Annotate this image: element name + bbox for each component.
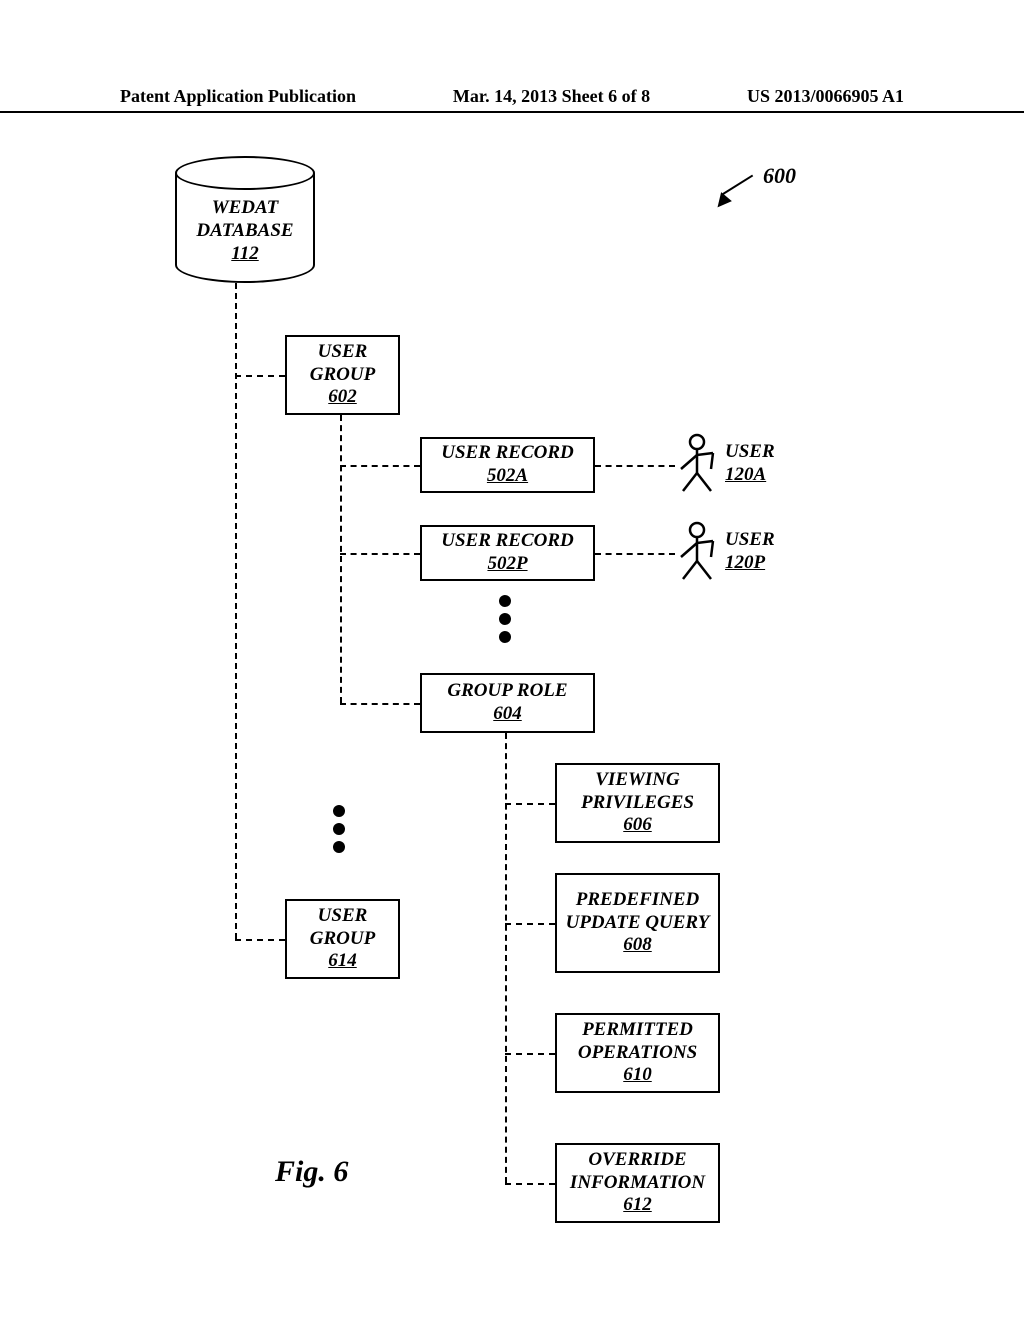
header-left: Patent Application Publication — [120, 86, 356, 107]
user-record-502a-ref: 502A — [487, 465, 528, 488]
user-120p-label: USER 120P — [725, 529, 775, 575]
database-title: WEDAT DATABASE — [196, 197, 293, 241]
connector-line — [340, 465, 420, 467]
connector-line — [505, 803, 555, 805]
group-role-604-title: GROUP ROLE — [447, 680, 567, 703]
connector-line — [595, 553, 675, 555]
permitted-operations-610-title: PERMITTED OPERATIONS — [565, 1019, 710, 1065]
user-group-614-ref: 614 — [328, 950, 357, 973]
predefined-update-query-608-ref: 608 — [623, 934, 652, 957]
user-record-502a-title: USER RECORD — [441, 442, 574, 465]
connector-line — [505, 733, 507, 1183]
connector-line — [595, 465, 675, 467]
connector-line — [340, 415, 342, 703]
permitted-operations-610-ref: 610 — [623, 1064, 652, 1087]
predefined-update-query-608-box: PREDEFINED UPDATE QUERY 608 — [555, 873, 720, 973]
database-cylinder: WEDAT DATABASE 112 — [175, 173, 315, 283]
header-center: Mar. 14, 2013 Sheet 6 of 8 — [453, 86, 650, 107]
permitted-operations-610-box: PERMITTED OPERATIONS 610 — [555, 1013, 720, 1093]
group-role-604-ref: 604 — [493, 703, 522, 726]
user-group-602-ref: 602 — [328, 386, 357, 409]
reference-arrowhead-icon — [712, 192, 732, 212]
user-group-614-title: USER GROUP — [295, 905, 390, 951]
page-header: Patent Application Publication Mar. 14, … — [0, 86, 1024, 113]
connector-line — [505, 1183, 555, 1185]
user-group-602-box: USER GROUP 602 — [285, 335, 400, 415]
header-right: US 2013/0066905 A1 — [747, 86, 904, 107]
connector-line — [340, 703, 420, 705]
figure-caption: Fig. 6 — [275, 1155, 348, 1189]
user-record-502p-box: USER RECORD 502P — [420, 525, 595, 581]
user-120a-label: USER 120A — [725, 441, 775, 487]
group-role-604-box: GROUP ROLE 604 — [420, 673, 595, 733]
user-group-614-box: USER GROUP 614 — [285, 899, 400, 979]
viewing-privileges-606-box: VIEWING PRIVILEGES 606 — [555, 763, 720, 843]
connector-line — [505, 1053, 555, 1055]
connector-line — [235, 375, 285, 377]
user-record-502p-ref: 502P — [487, 553, 527, 576]
user-group-602-title: USER GROUP — [295, 341, 390, 387]
connector-line — [235, 283, 237, 939]
override-information-612-ref: 612 — [623, 1194, 652, 1217]
ellipsis-dots-icon — [333, 805, 345, 853]
user-record-502p-title: USER RECORD — [441, 530, 574, 553]
override-information-612-title: OVERRIDE INFORMATION — [565, 1149, 710, 1195]
user-record-502a-box: USER RECORD 502A — [420, 437, 595, 493]
connector-line — [340, 553, 420, 555]
reference-lead-line — [722, 175, 753, 195]
viewing-privileges-606-ref: 606 — [623, 814, 652, 837]
figure-6-diagram: 600 WEDAT DATABASE 112 USER GROUP 602 US… — [155, 155, 905, 1255]
figure-reference-number: 600 — [763, 163, 796, 189]
user-120p-icon — [675, 521, 719, 581]
viewing-privileges-606-title: VIEWING PRIVILEGES — [565, 769, 710, 815]
database-ref: 112 — [175, 243, 315, 266]
user-120a-icon — [675, 433, 719, 493]
predefined-update-query-608-title: PREDEFINED UPDATE QUERY — [565, 889, 710, 935]
connector-line — [505, 923, 555, 925]
ellipsis-dots-icon — [499, 595, 511, 643]
connector-line — [235, 939, 285, 941]
override-information-612-box: OVERRIDE INFORMATION 612 — [555, 1143, 720, 1223]
